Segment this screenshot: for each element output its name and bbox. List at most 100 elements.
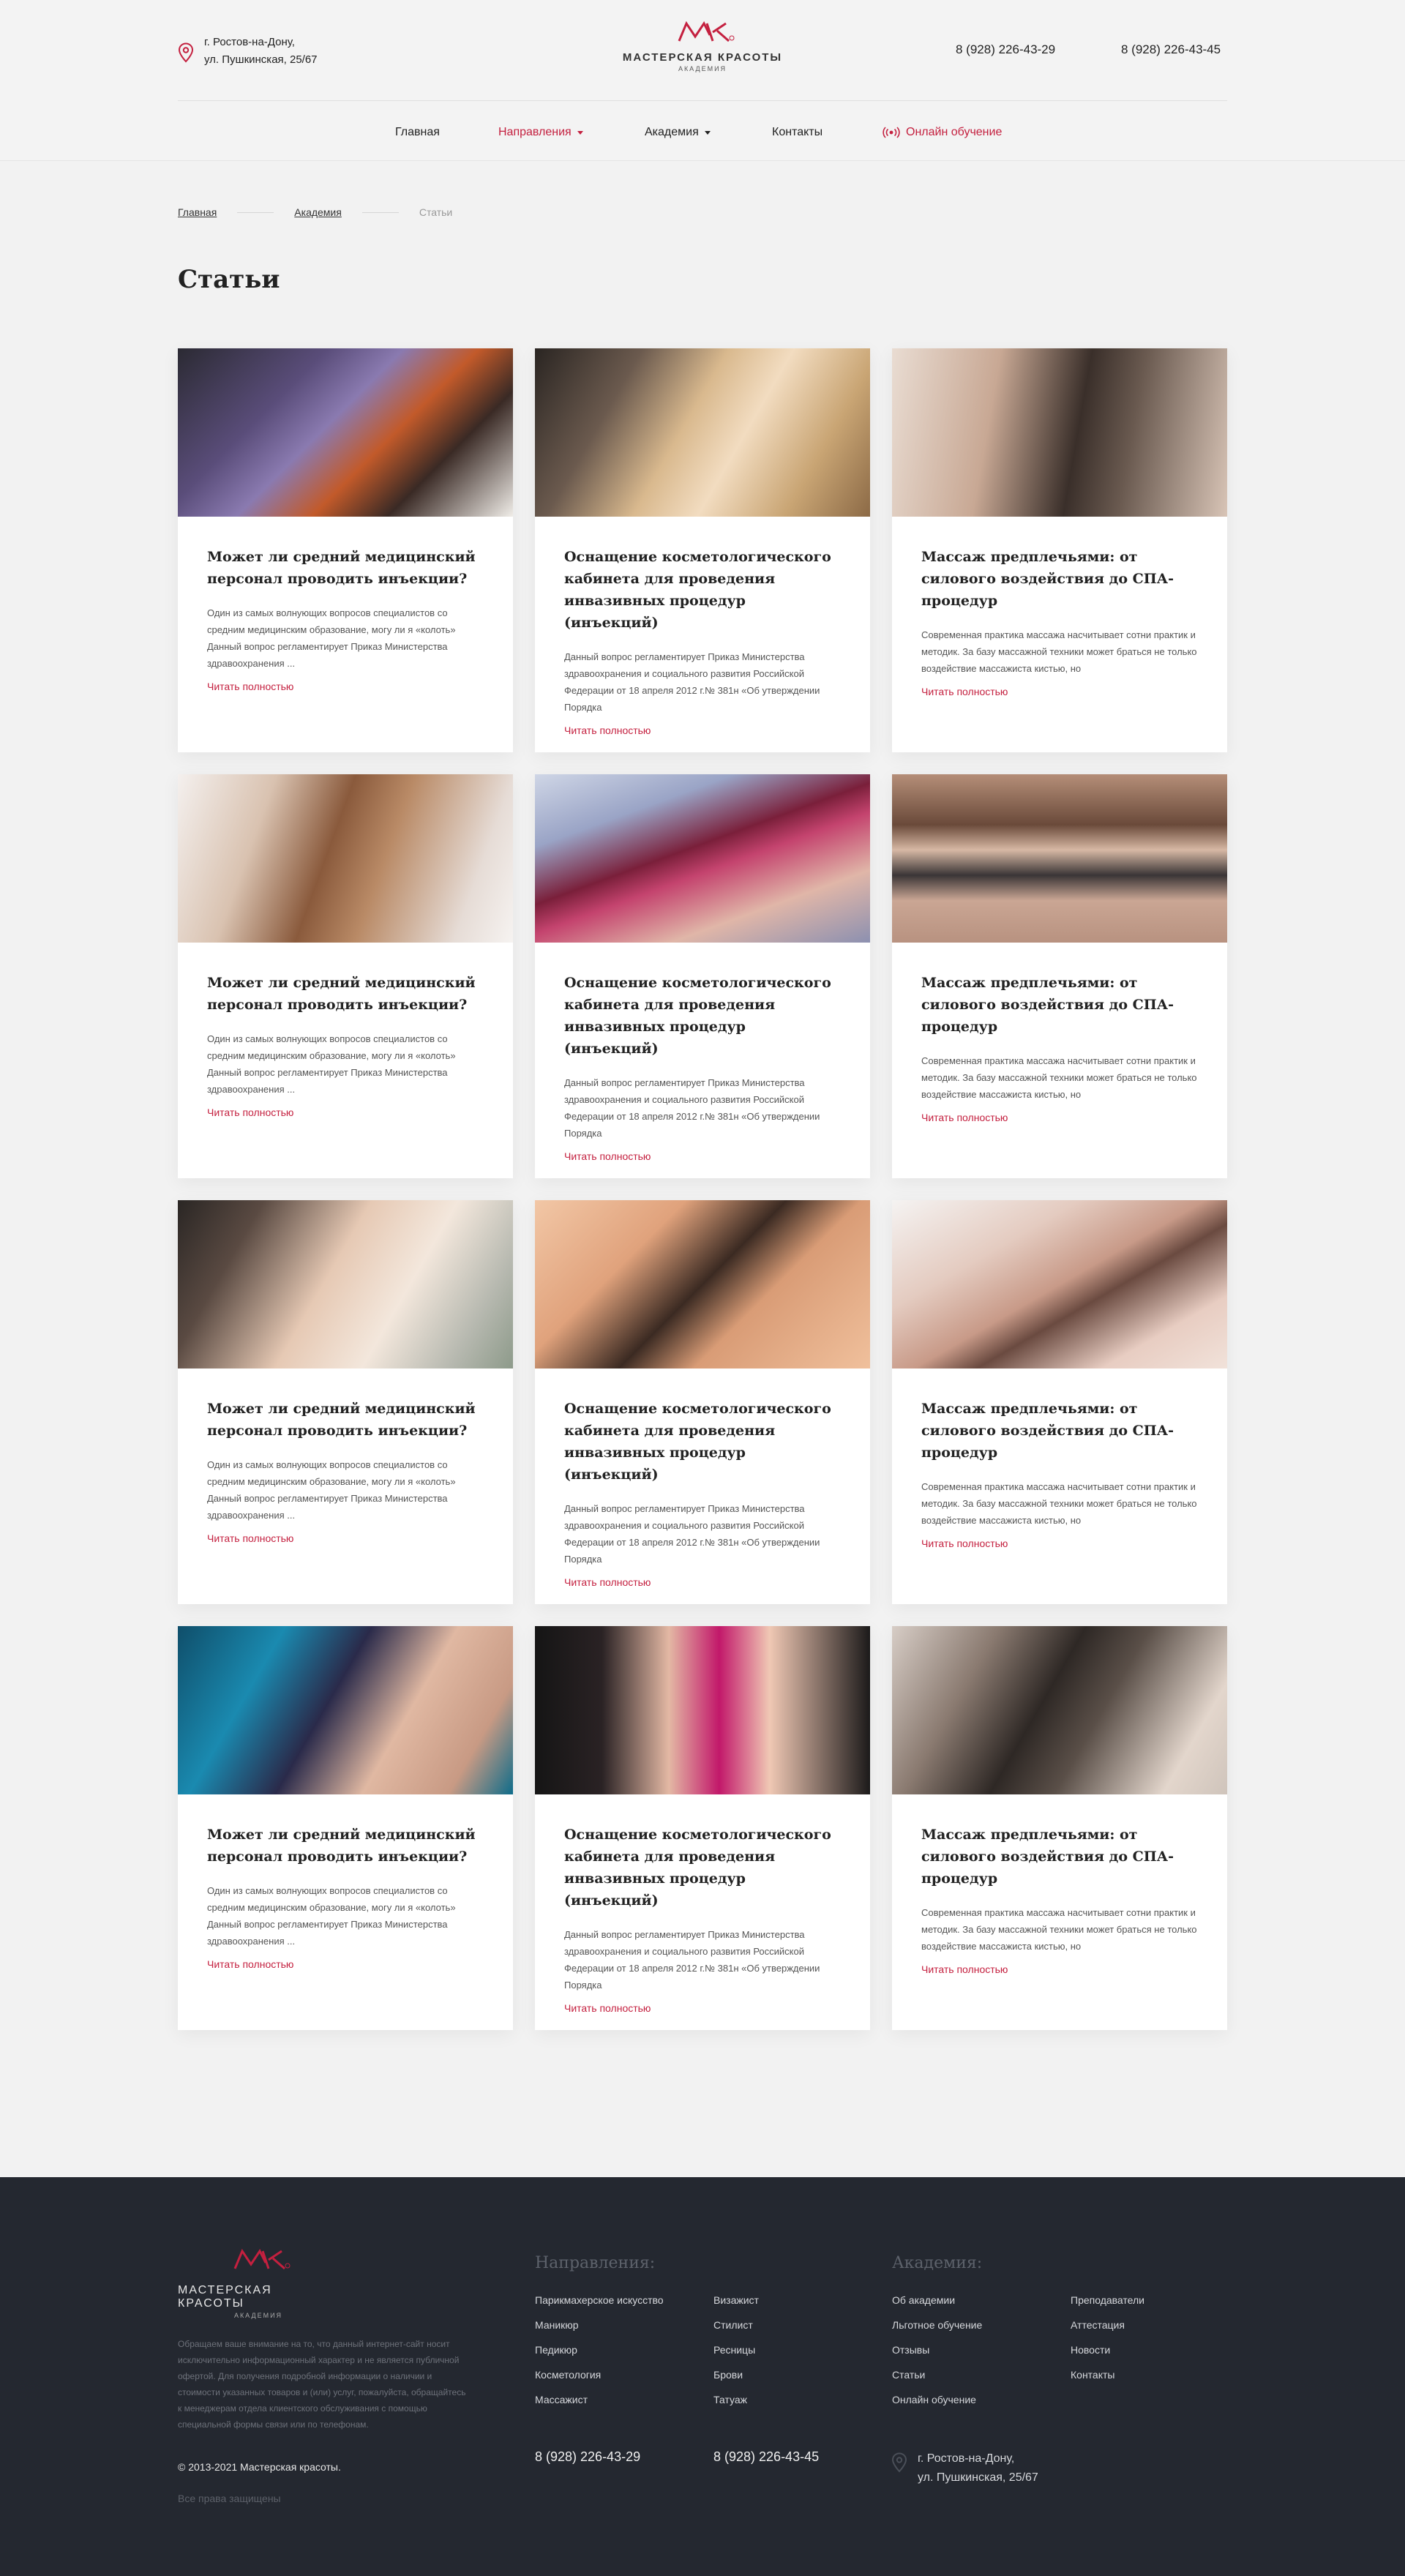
article-title[interactable]: Может ли средний медицинский персонал пр… — [207, 546, 484, 590]
article-card[interactable]: Может ли средний медицинский персонал пр… — [178, 1200, 513, 1604]
footer-link[interactable]: Отзывы — [892, 2343, 982, 2357]
article-title[interactable]: Может ли средний медицинский персонал пр… — [207, 1824, 484, 1868]
article-image-hair-styling[interactable] — [178, 774, 513, 943]
article-card[interactable]: Массаж предплечьями: от силового воздейс… — [892, 348, 1227, 752]
read-more-link[interactable]: Читать полностью — [564, 1576, 651, 1588]
article-card[interactable]: Может ли средний медицинский персонал пр… — [178, 1626, 513, 2030]
article-image-brow-tweezing[interactable] — [892, 1200, 1227, 1368]
footer-link[interactable]: Татуаж — [713, 2392, 759, 2407]
article-card[interactable]: Оснащение косметологического кабинета дл… — [535, 774, 870, 1178]
chevron-down-icon — [704, 130, 711, 135]
article-image-haircut[interactable] — [892, 348, 1227, 517]
logo[interactable]: МАСТЕРСКАЯ КРАСОТЫ АКАДЕМИЯ — [615, 19, 790, 72]
nav-item-contacts[interactable]: Контакты — [772, 126, 823, 139]
article-excerpt: Один из самых волнующих вопросов специал… — [207, 1459, 456, 1521]
read-more-link[interactable]: Читать полностью — [564, 2002, 651, 2014]
read-more-link[interactable]: Читать полностью — [207, 1107, 293, 1118]
footer-link[interactable]: Преподаватели — [1071, 2293, 1144, 2307]
article-image-nail-art[interactable] — [178, 1626, 513, 1794]
footer-link[interactable]: Массажист — [535, 2392, 664, 2407]
nav-item-online[interactable]: Онлайн обучение — [883, 126, 1002, 139]
footer-link[interactable]: Стилист — [713, 2318, 759, 2332]
read-more-link[interactable]: Читать полностью — [921, 1112, 1008, 1123]
site-footer: МАСТЕРСКАЯ КРАСОТЫ АКАДЕМИЯ Обращаем ваш… — [0, 2177, 1405, 2576]
nav-item-label: Главная — [395, 126, 440, 138]
article-title[interactable]: Оснащение косметологического кабинета дл… — [564, 1398, 841, 1486]
article-card[interactable]: Массаж предплечьями: от силового воздейс… — [892, 1200, 1227, 1604]
phone-link-2[interactable]: 8 (928) 226-43-45 — [1121, 42, 1221, 57]
site-header: г. Ростов-на-Дону, ул. Пушкинская, 25/67… — [0, 0, 1405, 161]
article-title[interactable]: Массаж предплечьями: от силового воздейс… — [921, 546, 1198, 612]
broadcast-icon — [883, 127, 900, 138]
article-image-manicure-lips[interactable] — [535, 1626, 870, 1794]
read-more-link[interactable]: Читать полностью — [921, 686, 1008, 697]
read-more-link[interactable]: Читать полностью — [564, 724, 651, 736]
article-excerpt: Современная практика массажа насчитывает… — [921, 1055, 1197, 1100]
footer-link[interactable]: Новости — [1071, 2343, 1144, 2357]
article-card[interactable]: Оснащение косметологического кабинета дл… — [535, 1200, 870, 1604]
read-more-link[interactable]: Читать полностью — [207, 681, 293, 692]
footer-link[interactable]: Льготное обучение — [892, 2318, 982, 2332]
read-more-link[interactable]: Читать полностью — [207, 1532, 293, 1544]
footer-link[interactable]: Об академии — [892, 2293, 982, 2307]
logo-mark-icon — [233, 2248, 291, 2270]
article-image-eyebrows[interactable] — [892, 774, 1227, 943]
nav-item-academy[interactable]: Академия — [645, 126, 711, 139]
article-title[interactable]: Оснащение косметологического кабинета дл… — [564, 546, 841, 634]
footer-directions-list-2: Визажист Стилист Ресницы Брови Татуаж — [713, 2293, 759, 2417]
footer-academy-title: Академия: — [892, 2254, 983, 2272]
article-card[interactable]: Может ли средний медицинский персонал пр… — [178, 348, 513, 752]
article-title[interactable]: Оснащение косметологического кабинета дл… — [564, 972, 841, 1060]
read-more-link[interactable]: Читать полностью — [564, 1150, 651, 1162]
footer-logo[interactable]: МАСТЕРСКАЯ КРАСОТЫ АКАДЕМИЯ — [178, 2247, 339, 2319]
article-image-lip-makeup[interactable] — [178, 1200, 513, 1368]
breadcrumb-academy[interactable]: Академия — [294, 206, 342, 218]
footer-link[interactable]: Онлайн обучение — [892, 2392, 982, 2407]
chevron-down-icon — [577, 130, 583, 135]
nav-item-home[interactable]: Главная — [395, 126, 440, 139]
article-image-hair-comb[interactable] — [892, 1626, 1227, 1794]
phone-link-1[interactable]: 8 (928) 226-43-29 — [956, 42, 1055, 57]
read-more-link[interactable]: Читать полностью — [207, 1958, 293, 1970]
footer-address-line1: г. Ростов-на-Дону, — [918, 2452, 1015, 2465]
article-image-colored-bob[interactable] — [535, 774, 870, 943]
article-card[interactable]: Оснащение косметологического кабинета дл… — [535, 348, 870, 752]
footer-link[interactable]: Ресницы — [713, 2343, 759, 2357]
footer-link[interactable]: Визажист — [713, 2293, 759, 2307]
read-more-link[interactable]: Читать полностью — [921, 1538, 1008, 1549]
footer-link[interactable]: Парикмахерское искусство — [535, 2293, 664, 2307]
article-title[interactable]: Массаж предплечьями: от силового воздейс… — [921, 1824, 1198, 1890]
footer-link[interactable]: Статьи — [892, 2367, 982, 2382]
article-card[interactable]: Массаж предплечьями: от силового воздейс… — [892, 1626, 1227, 2030]
article-excerpt: Один из самых волнующих вопросов специал… — [207, 607, 456, 669]
footer-link[interactable]: Косметология — [535, 2367, 664, 2382]
article-card[interactable]: Массаж предплечьями: от силового воздейс… — [892, 774, 1227, 1178]
article-title[interactable]: Оснащение косметологического кабинета дл… — [564, 1824, 841, 1912]
read-more-link[interactable]: Читать полностью — [921, 1963, 1008, 1975]
footer-link[interactable]: Контакты — [1071, 2367, 1144, 2382]
footer-link[interactable]: Брови — [713, 2367, 759, 2382]
footer-link[interactable]: Аттестация — [1071, 2318, 1144, 2332]
footer-rights: Все права защищены — [178, 2493, 281, 2504]
footer-phone-2[interactable]: 8 (928) 226-43-45 — [713, 2449, 819, 2465]
nav-item-label: Направления — [498, 126, 572, 138]
article-title[interactable]: Может ли средний медицинский персонал пр… — [207, 1398, 484, 1442]
article-card[interactable]: Оснащение косметологического кабинета дл… — [535, 1626, 870, 2030]
article-title[interactable]: Массаж предплечьями: от силового воздейс… — [921, 972, 1198, 1038]
footer-directions-list-1: Парикмахерское искусство Маникюр Педикюр… — [535, 2293, 664, 2417]
breadcrumb-home[interactable]: Главная — [178, 206, 217, 218]
article-title[interactable]: Массаж предплечьями: от силового воздейс… — [921, 1398, 1198, 1464]
article-title[interactable]: Может ли средний медицинский персонал пр… — [207, 972, 484, 1016]
nav-item-directions[interactable]: Направления — [498, 126, 583, 139]
article-card[interactable]: Может ли средний медицинский персонал пр… — [178, 774, 513, 1178]
footer-link[interactable]: Маникюр — [535, 2318, 664, 2332]
breadcrumb-separator — [361, 211, 399, 213]
footer-phone-1[interactable]: 8 (928) 226-43-29 — [535, 2449, 640, 2465]
nav-item-label: Контакты — [772, 126, 823, 138]
article-image-makeup[interactable] — [535, 348, 870, 517]
footer-link[interactable]: Педикюр — [535, 2343, 664, 2357]
logo-mark-icon — [678, 20, 735, 42]
article-image-hair-coloring[interactable] — [178, 348, 513, 517]
article-image-eyelash-extension[interactable] — [535, 1200, 870, 1368]
article-excerpt: Данный вопрос регламентирует Приказ Мини… — [564, 651, 820, 713]
